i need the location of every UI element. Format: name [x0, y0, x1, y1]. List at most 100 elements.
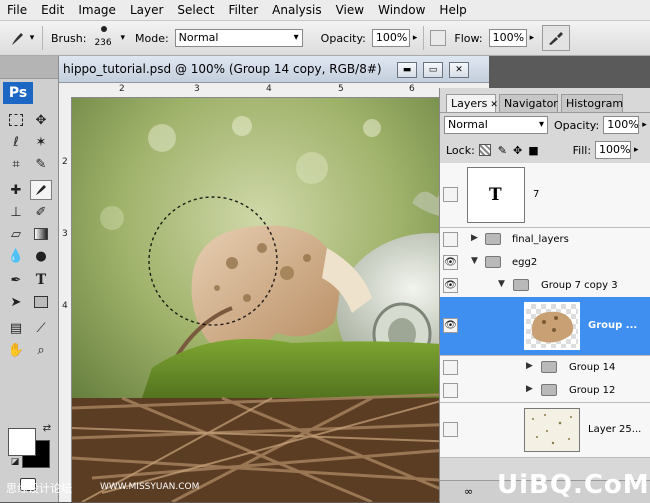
magic-wand-icon[interactable]: ✶ [30, 132, 52, 152]
dodge-icon[interactable]: ● [30, 246, 52, 266]
eye-icon[interactable]: 👁 [443, 318, 458, 333]
layer-row[interactable]: 👁 ▼ Group 7 copy 3 [440, 274, 650, 298]
layer-row[interactable]: T 7 [440, 163, 650, 228]
layer-thumbnail: T [467, 167, 525, 223]
path-selection-icon[interactable]: ➤ [5, 292, 27, 312]
lock-position-icon[interactable]: ✥ [513, 144, 522, 157]
flow-field[interactable]: 100% [488, 29, 527, 47]
fill-field[interactable]: 100% [595, 141, 632, 159]
swap-colors-icon[interactable]: ⇄ [36, 418, 58, 438]
chevron-down-icon[interactable]: ▼ [498, 279, 505, 289]
lock-all-icon[interactable]: ■ [528, 144, 538, 157]
layer-row[interactable]: ▶ Group 14 [440, 356, 650, 380]
menu-edit[interactable]: Edit [34, 3, 71, 17]
type-icon[interactable]: T [30, 270, 52, 290]
minimize-button[interactable]: ▬ [397, 62, 417, 78]
visibility-toggle[interactable] [443, 231, 458, 247]
maximize-button[interactable]: ▭ [423, 62, 443, 78]
airbrush-button[interactable] [542, 25, 571, 51]
visibility-toggle[interactable] [443, 422, 458, 437]
visibility-toggle[interactable] [443, 187, 458, 202]
default-colors-icon[interactable]: ◪ [4, 452, 26, 472]
layer-row-selected[interactable]: 👁 Group ... [440, 297, 650, 356]
tool-options-bar: ▾ Brush: 236 ▾ Mode: Normal Opacity: 100… [0, 21, 650, 56]
ruler-tick-label: 2 [62, 157, 68, 167]
folder-icon [541, 360, 557, 373]
opacity-slider-arrow[interactable]: ▸ [642, 120, 647, 130]
eraser-icon[interactable]: ▱ [5, 224, 27, 244]
document-title-bar[interactable]: hippo_tutorial.psd @ 100% (Group 14 copy… [59, 56, 489, 83]
menu-view[interactable]: View [329, 3, 371, 17]
visibility-toggle[interactable] [443, 382, 458, 398]
layer-row[interactable]: ▶ Group 12 [440, 379, 650, 403]
menu-layer[interactable]: Layer [123, 3, 170, 17]
notes-icon[interactable]: ▤ [5, 318, 27, 338]
opacity-field[interactable]: 100% [371, 29, 410, 47]
zoom-icon[interactable]: ⌕ [30, 340, 52, 360]
visibility-toggle[interactable] [443, 359, 458, 375]
mode-label: Mode: [134, 31, 169, 45]
blend-row: Normal Opacity: 100% ▸ [440, 113, 650, 137]
menu-select[interactable]: Select [170, 3, 221, 17]
ruler-tick-label: 2 [119, 84, 125, 94]
chevron-down-icon[interactable]: ▼ [471, 256, 478, 266]
opacity-slider-arrow[interactable]: ▸ [413, 33, 418, 43]
pen-icon[interactable]: ✒ [5, 270, 27, 290]
blend-mode-select[interactable]: Normal [444, 116, 548, 134]
chevron-down-icon[interactable]: ▾ [120, 33, 125, 43]
clone-stamp-icon[interactable]: ⊥ [5, 202, 27, 222]
shape-icon[interactable] [30, 292, 52, 312]
eye-icon[interactable]: 👁 [443, 277, 458, 293]
link-layers-icon[interactable]: ∞ [464, 485, 473, 498]
lasso-icon[interactable]: ℓ [5, 132, 27, 152]
layer-row[interactable]: Layer 25... [440, 403, 650, 458]
fill-slider-arrow[interactable]: ▸ [634, 145, 639, 155]
menu-window[interactable]: Window [371, 3, 432, 17]
chevron-right-icon[interactable]: ▶ [471, 233, 478, 243]
toolbox-grip[interactable] [0, 56, 58, 79]
tab-navigator[interactable]: Navigator [499, 94, 558, 112]
menu-image[interactable]: Image [71, 3, 123, 17]
tab-histogram[interactable]: Histogram [561, 94, 623, 112]
brush-tool-preset-button[interactable]: ▾ [6, 25, 36, 51]
chevron-right-icon[interactable]: ▶ [526, 361, 533, 371]
close-icon[interactable]: ✕ [490, 100, 498, 110]
mode-select[interactable]: Normal [174, 29, 303, 47]
tab-histogram-label: Histogram [566, 97, 624, 110]
hand-icon[interactable]: ✋ [5, 340, 27, 360]
brush-picker[interactable]: 236 [92, 23, 118, 53]
move-icon[interactable]: ✥ [30, 110, 52, 130]
tab-layers[interactable]: Layers ✕ [446, 94, 498, 112]
eyedropper-icon[interactable]: ⟋ [30, 318, 52, 338]
menu-help[interactable]: Help [432, 3, 473, 17]
gradient-icon[interactable] [30, 224, 52, 244]
flow-value: 100% [492, 31, 525, 44]
lock-transparency-icon[interactable] [478, 144, 491, 156]
history-brush-icon[interactable]: ✐ [30, 202, 52, 222]
marquee-icon[interactable] [5, 110, 27, 130]
image-canvas[interactable] [72, 98, 489, 502]
chevron-right-icon[interactable]: ▶ [526, 384, 533, 394]
eye-icon[interactable]: 👁 [443, 254, 458, 270]
menu-filter[interactable]: Filter [221, 3, 265, 17]
flow-slider-arrow[interactable]: ▸ [530, 33, 535, 43]
layer-row[interactable]: 👁 ▼ egg2 [440, 251, 650, 275]
blur-icon[interactable]: 💧 [5, 246, 27, 266]
crop-icon[interactable]: ⌗ [5, 154, 27, 174]
menu-file[interactable]: File [0, 3, 34, 17]
healing-brush-icon[interactable]: ✚ [5, 180, 27, 200]
toolbox: Ps ✥ ℓ ✶ ⌗ ✎ ✚ ⊥ ✐ ▱ 💧 ● ✒ T ➤ ▤ ⟋ ✋ ⌕ ⇄… [0, 56, 59, 502]
slice-icon[interactable]: ✎ [30, 154, 52, 174]
brush-tool-icon[interactable] [30, 180, 52, 200]
ruler-tick-label: 4 [266, 84, 272, 94]
layer-opacity-field[interactable]: 100% [603, 116, 640, 134]
close-button[interactable]: ✕ [449, 62, 469, 78]
lock-pixels-icon[interactable]: ✎ [498, 144, 507, 157]
layer-name: egg2 [512, 256, 538, 268]
menu-analysis[interactable]: Analysis [265, 3, 328, 17]
layer-row[interactable]: ▶ final_layers [440, 228, 650, 252]
chevron-down-icon: ▾ [29, 33, 35, 43]
lock-label: Lock: [446, 143, 475, 157]
fill-label: Fill: [572, 143, 592, 157]
airbrush-toggle[interactable] [430, 30, 447, 46]
